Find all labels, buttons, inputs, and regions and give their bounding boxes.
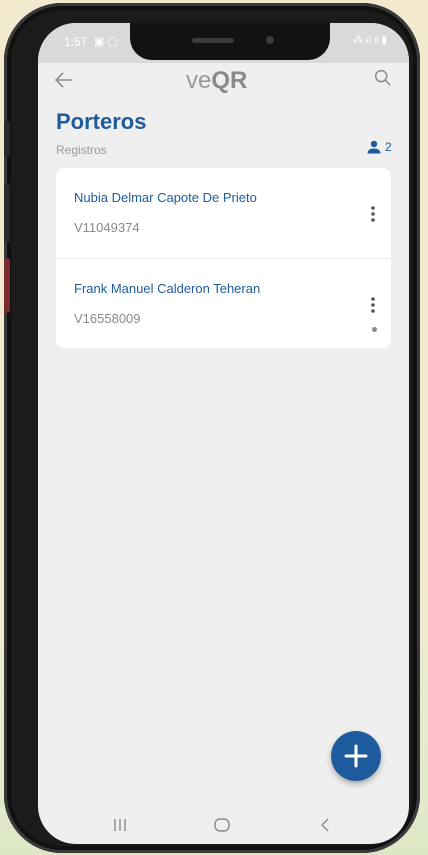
item-id: V11049374 [74, 220, 140, 235]
side-button [4, 258, 10, 313]
home-icon [214, 818, 230, 832]
more-options-button[interactable] [366, 204, 380, 226]
count-badge: 2 [366, 140, 392, 154]
item-id: V16558009 [74, 311, 141, 326]
recents-icon [114, 819, 126, 831]
app-bar: veQR [38, 63, 409, 103]
item-name: Frank Manuel Calderon Teheran [74, 281, 261, 296]
list-item[interactable]: Nubia Delmar Capote De Prieto V11049374 [56, 168, 391, 258]
status-notification-icons: ▣ ▢ [94, 36, 118, 48]
back-button[interactable] [52, 65, 82, 95]
arrow-left-icon [54, 72, 72, 88]
list-item[interactable]: Frank Manuel Calderon Teheran V16558009 [56, 258, 391, 348]
recents-button[interactable] [108, 813, 132, 837]
back-chevron-icon [321, 818, 329, 832]
front-camera [266, 36, 274, 44]
more-vertical-icon [371, 297, 375, 313]
camera-notch [130, 23, 330, 60]
person-icon [367, 140, 381, 154]
item-name: Nubia Delmar Capote De Prieto [74, 190, 257, 205]
more-options-button[interactable] [366, 295, 380, 317]
status-bar: 1:57 ▣ ▢ ⁂.ıl.ıl ▮ [38, 23, 409, 63]
logo-suffix: QR [211, 67, 248, 94]
porteros-list: Nubia Delmar Capote De Prieto V11049374 … [56, 168, 391, 348]
side-button [4, 121, 10, 157]
status-dot [372, 327, 377, 332]
search-button[interactable] [372, 67, 396, 91]
screen: 1:57 ▣ ▢ ⁂.ıl.ıl ▮ veQR Porteros Registr… [38, 23, 409, 844]
home-button[interactable] [210, 813, 234, 837]
page-subtitle: Registros [56, 143, 107, 157]
search-icon [374, 69, 391, 86]
nav-back-button[interactable] [314, 813, 338, 837]
status-time: 1:57 [64, 35, 88, 49]
logo-prefix: ve [186, 67, 212, 94]
more-vertical-icon [371, 206, 375, 222]
system-nav-bar [38, 805, 409, 844]
side-button [4, 183, 10, 243]
count-value: 2 [385, 140, 392, 154]
plus-icon [344, 744, 368, 768]
app-logo: veQR [186, 67, 247, 95]
add-portero-button[interactable] [331, 731, 381, 781]
speaker-grille [192, 38, 234, 43]
phone-frame: 1:57 ▣ ▢ ⁂.ıl.ıl ▮ veQR Porteros Registr… [4, 3, 420, 853]
status-signal-icons: ⁂.ıl.ıl ▮ [353, 35, 387, 46]
page-title: Porteros [56, 109, 147, 134]
